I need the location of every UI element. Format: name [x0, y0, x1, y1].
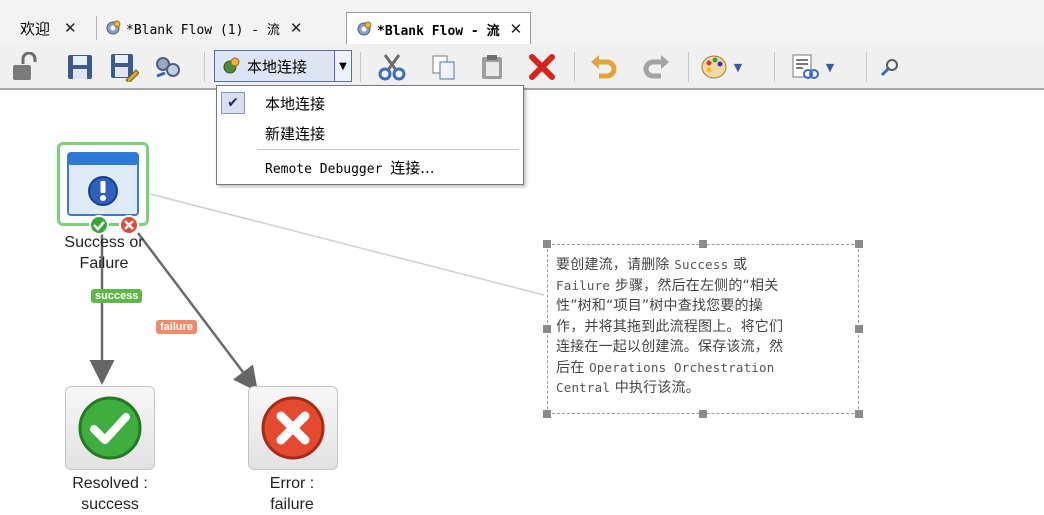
toolbar-separator	[204, 52, 205, 82]
menu-item-remote-debugger[interactable]: Remote Debugger 连接...	[217, 153, 523, 181]
toolbar-separator	[688, 52, 689, 82]
note-connector-line	[149, 193, 545, 296]
note-text-line: 性”树和“项目”树中查找您要的操	[556, 298, 763, 314]
chevron-down-icon[interactable]: ▼	[730, 51, 746, 83]
note-text-fragment: 步骤，然后在左侧的“相关	[610, 277, 779, 294]
toolbar-separator	[866, 52, 867, 82]
note-text-fragment: Central	[556, 380, 611, 395]
step-label-line: Failure	[79, 255, 129, 272]
checkmark-icon: ✔	[221, 92, 245, 114]
success-transition-badge: success	[91, 289, 143, 303]
resize-handle[interactable]	[543, 240, 551, 248]
save-as-icon[interactable]	[108, 51, 140, 83]
note-text-fragment: 后在	[556, 359, 590, 376]
resize-handle[interactable]	[855, 240, 863, 248]
tab-blank-flow-1[interactable]: *Blank Flow (1) - 流 ✕	[104, 14, 302, 42]
editor-tab-bar: 欢迎 ✕ *Blank Flow (1) - 流 ✕ *Blank Flow -…	[0, 0, 1044, 45]
flow-gear-icon	[357, 21, 372, 36]
editor-toolbar: 本地连接 ▼ ▼ ▼	[0, 44, 1044, 90]
step-label-line: Resolved :	[72, 475, 148, 492]
resize-handle[interactable]	[699, 240, 707, 248]
resize-handle[interactable]	[543, 325, 551, 333]
tab-blank-flow[interactable]: *Blank Flow - 流 ✕	[346, 12, 532, 45]
chevron-down-icon[interactable]: ▼	[334, 51, 351, 81]
step-label-line: Success or	[64, 234, 144, 251]
unlock-icon[interactable]	[8, 51, 40, 83]
step-resolved-success[interactable]	[65, 386, 155, 470]
delete-icon[interactable]	[526, 51, 558, 83]
window-step-icon	[67, 152, 139, 216]
note-text-fragment: Operations Orchestration	[589, 359, 775, 375]
note-text-fragment: 中执行该流。	[610, 380, 700, 396]
menu-item-label: Remote Debugger 连接...	[265, 157, 435, 178]
menu-separator	[257, 149, 519, 150]
resolved-check-icon	[78, 396, 142, 460]
copy-icon[interactable]	[428, 51, 460, 83]
tab-label: 欢迎	[20, 19, 51, 38]
flow-note[interactable]: 要创建流，请删除 Success 或 Failure 步骤，然后在左侧的“相关 …	[547, 244, 859, 414]
menu-item-new-connection[interactable]: 新建连接	[217, 119, 523, 147]
chevron-down-icon[interactable]: ▼	[822, 51, 838, 83]
tab-divider	[96, 16, 97, 40]
connection-select-value: 本地连接	[247, 57, 308, 76]
palette-icon[interactable]	[698, 51, 730, 83]
step-label: Resolved : success	[40, 473, 180, 515]
note-text-fragment: Failure	[556, 277, 611, 293]
flow-gear-icon	[106, 20, 121, 35]
redo-icon[interactable]	[640, 51, 672, 83]
step-label: Success or Failure	[34, 232, 174, 274]
note-text-line: 连接在一起以创建流。保存该流，然	[556, 339, 784, 355]
undo-icon[interactable]	[588, 51, 620, 83]
resize-handle[interactable]	[855, 410, 863, 418]
note-text-line: 作，并将其拖到此流程图上。将它们	[556, 318, 784, 335]
tab-welcome[interactable]: 欢迎 ✕	[20, 14, 77, 42]
menu-item-label-suffix: 连接...	[390, 158, 435, 177]
error-x-icon	[261, 396, 325, 460]
resize-handle[interactable]	[543, 410, 551, 418]
toolbar-separator	[774, 52, 775, 82]
view-options-icon[interactable]	[788, 51, 820, 83]
toolbar-separator	[360, 52, 361, 82]
step-error-failure[interactable]	[248, 386, 338, 470]
cut-icon[interactable]	[376, 51, 408, 83]
close-icon[interactable]: ✕	[64, 19, 77, 37]
note-text-fragment: Success	[674, 257, 729, 272]
close-icon[interactable]: ✕	[510, 20, 523, 38]
note-text: 要创建流，请删除 Success 或 Failure 步骤，然后在左侧的“相关 …	[556, 255, 848, 399]
failure-transition-badge: failure	[156, 320, 198, 334]
resize-handle[interactable]	[855, 325, 863, 333]
menu-item-label: 本地连接	[265, 94, 326, 113]
tab-label: *Blank Flow - 流	[377, 23, 500, 39]
connection-select[interactable]: 本地连接 ▼	[214, 50, 352, 82]
properties-icon[interactable]	[152, 51, 184, 83]
resize-handle[interactable]	[699, 410, 707, 418]
tab-label: *Blank Flow (1) - 流	[126, 22, 280, 38]
menu-item-local-connection[interactable]: ✔ 本地连接	[217, 89, 523, 117]
step-label-line: Error :	[269, 475, 315, 492]
connection-icon	[223, 57, 240, 74]
connection-dropdown-menu: ✔ 本地连接 新建连接 Remote Debugger 连接...	[216, 85, 524, 185]
toolbar-separator	[574, 52, 575, 82]
note-text-fragment: 或	[728, 257, 748, 273]
note-text-fragment: 要创建流，请删除	[556, 257, 675, 273]
menu-item-label-prefix: Remote Debugger	[265, 161, 391, 177]
close-icon[interactable]: ✕	[290, 19, 303, 37]
menu-item-label: 新建连接	[265, 124, 326, 143]
paste-icon[interactable]	[476, 51, 508, 83]
save-icon[interactable]	[64, 51, 96, 83]
step-label: Error : failure	[222, 473, 362, 515]
zoom-icon[interactable]	[874, 51, 906, 83]
